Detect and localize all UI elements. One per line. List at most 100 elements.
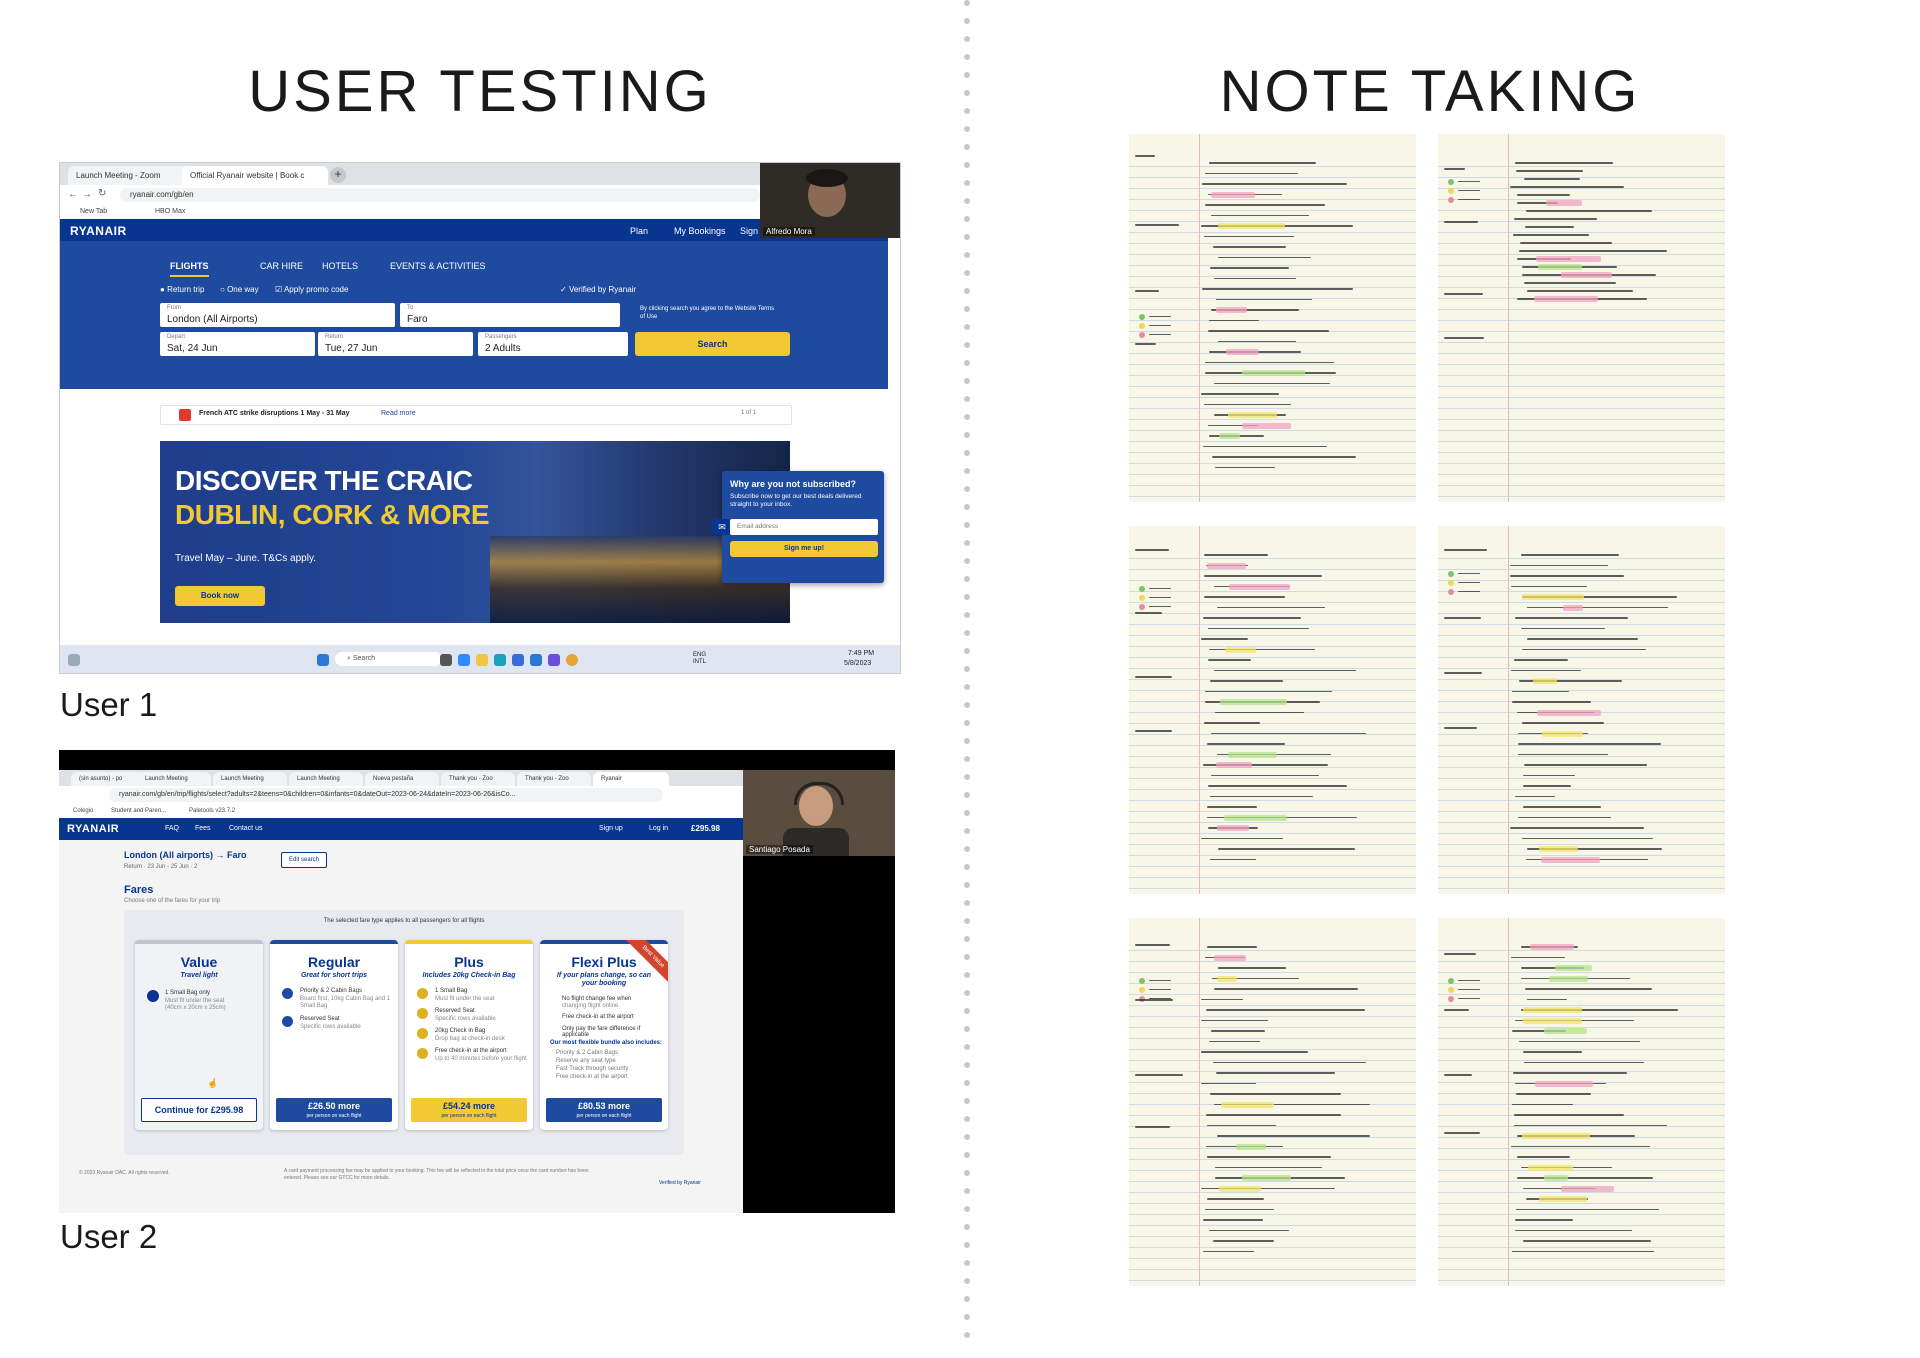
divider-dot (964, 936, 970, 942)
mode-hotels[interactable]: HOTELS (322, 261, 358, 271)
nav-fees[interactable]: Fees (195, 825, 211, 832)
ryanair-logo[interactable]: RYANAIR (67, 823, 119, 835)
depart-field[interactable]: Depart Sat, 24 Jun (160, 332, 315, 356)
ryanair-logo[interactable]: RYANAIR (70, 224, 127, 238)
divider-dot (964, 198, 970, 204)
regular-upgrade-button[interactable]: £26.50 more per person on each flight (276, 1098, 392, 1122)
promo-code-checkbox[interactable]: ☑ Apply promo code (275, 285, 348, 294)
reload-icon[interactable]: ↻ (98, 188, 106, 199)
return-trip-radio[interactable]: ● Return trip (160, 285, 204, 294)
nav-my-bookings[interactable]: My Bookings (674, 226, 726, 236)
margin-note-stroke (1444, 672, 1482, 674)
handwriting-stroke (1211, 732, 1366, 734)
bookmark-item[interactable]: Student and Paren... (111, 804, 166, 818)
nav-sign[interactable]: Sign (740, 226, 758, 236)
flexi-plus-upgrade-button[interactable]: £80.53 more per person on each flight (546, 1098, 662, 1122)
app-icon[interactable] (548, 654, 560, 666)
handwriting-stroke (1524, 178, 1580, 180)
tray-lang[interactable]: ENG INTL (693, 652, 717, 666)
nav-faq[interactable]: FAQ (165, 825, 179, 832)
back-icon[interactable]: ← (68, 189, 78, 200)
browser-tab[interactable]: Nueva pestaña (365, 772, 439, 786)
taskbar-search[interactable]: ⌕ Search (335, 652, 442, 666)
nav-plan[interactable]: Plan (630, 226, 648, 236)
browser-tab-bar: (sin asunto) - po Launch Meeting Launch … (59, 770, 743, 786)
url-field[interactable]: ryanair.com/gb/en (120, 188, 760, 202)
mode-car-hire[interactable]: CAR HIRE (260, 261, 303, 271)
edit-search-button[interactable]: Edit search (281, 852, 327, 868)
widgets-icon[interactable] (68, 654, 80, 666)
handwriting-stroke (1518, 816, 1611, 818)
continue-value-button[interactable]: Continue for £295.98 (141, 1098, 257, 1122)
divider-dot (964, 720, 970, 726)
basket-price[interactable]: £295.98 (691, 824, 720, 833)
fare-subtitle: Travel light (180, 972, 218, 979)
alert-read-more[interactable]: Read more (381, 410, 416, 417)
browser-tab[interactable]: Launch Meeting (289, 772, 363, 786)
note-header (1438, 918, 1725, 940)
mode-flights[interactable]: FLIGHTS (170, 261, 209, 277)
browser-tab[interactable]: Thank you - Zoo (517, 772, 591, 786)
fare-card-value[interactable]: Value Travel light 1 Small Bag only Must… (135, 940, 263, 1130)
browser-tab[interactable]: Launch Meeting - Zoom (68, 166, 194, 185)
handwriting-stroke (1204, 722, 1260, 724)
fare-card-regular[interactable]: Regular Great for short trips Priority &… (270, 940, 398, 1130)
fare-card-flexi-plus[interactable]: Best Value Flexi Plus If your plans chan… (540, 940, 668, 1130)
taskview-icon[interactable] (440, 654, 452, 666)
from-field[interactable]: From London (All Airports) (160, 303, 395, 327)
browser-tab[interactable]: Launch Meeting (137, 772, 211, 786)
banner-headline-1: DISCOVER THE CRAIC (175, 465, 473, 496)
folder-icon[interactable] (476, 654, 488, 666)
start-icon[interactable] (317, 654, 329, 666)
browser-tab[interactable]: Thank you - Zoo (441, 772, 515, 786)
new-tab-icon[interactable]: + (330, 167, 346, 183)
plus-upgrade-button[interactable]: £54.24 more per person on each flight (411, 1098, 527, 1122)
divider-dot (964, 1260, 970, 1266)
browser-tab-active[interactable]: Official Ryanair website | Book c (182, 166, 328, 185)
browser-tab[interactable]: (sin asunto) - po (71, 772, 145, 786)
divider-dot (964, 846, 970, 852)
url-field[interactable]: ryanair.com/gb/en/trip/flights/select?ad… (109, 788, 663, 802)
handwriting-stroke (1205, 172, 1298, 174)
sign-me-up-button[interactable]: Sign me up! (730, 541, 878, 557)
sign-up-link[interactable]: Sign up (599, 825, 623, 832)
browser-tab[interactable]: Launch Meeting (213, 772, 287, 786)
one-way-radio[interactable]: ○ One way (220, 285, 259, 294)
chrome-icon[interactable] (566, 654, 578, 666)
highlight-mark (1533, 678, 1557, 684)
highlight-mark (1218, 223, 1285, 229)
mail-app-icon[interactable] (530, 654, 542, 666)
tray-time[interactable]: 7:49 PM (848, 650, 874, 657)
bookmark-item[interactable]: HBO Max (155, 205, 185, 219)
handwriting-stroke (1527, 998, 1567, 1000)
legend-label-stroke (1149, 980, 1171, 981)
edge-icon[interactable] (494, 654, 506, 666)
return-field[interactable]: Return Tue, 27 Jun (318, 332, 473, 356)
forward-icon[interactable]: → (82, 189, 92, 200)
log-in-link[interactable]: Log in (649, 825, 668, 832)
bookmark-item[interactable]: New Tab (80, 205, 107, 219)
email-input[interactable]: Email address (730, 519, 878, 535)
mode-events[interactable]: EVENTS & ACTIVITIES (390, 261, 486, 271)
divider-dot (964, 792, 970, 798)
banner-subtext: Travel May – June. T&Cs apply. (175, 553, 316, 564)
browser-tab-active[interactable]: Ryanair (593, 772, 669, 786)
legend-label-stroke (1149, 597, 1171, 598)
handwriting-stroke (1210, 858, 1256, 860)
search-button[interactable]: Search (635, 332, 790, 356)
highlight-mark (1221, 1101, 1274, 1108)
tray-date[interactable]: 5/8/2023 (844, 660, 871, 667)
zoom-icon[interactable] (458, 654, 470, 666)
store-icon[interactable] (512, 654, 524, 666)
bookmark-item[interactable]: Colegio (73, 804, 93, 818)
nav-contact[interactable]: Contact us (229, 825, 262, 832)
bookmark-item[interactable]: Paletools v23.7.2 (189, 804, 235, 818)
note-margin-line (1199, 526, 1200, 894)
fare-card-plus[interactable]: Plus Includes 20kg Check-in Bag 1 Small … (405, 940, 533, 1130)
book-now-button[interactable]: Book now (175, 586, 265, 606)
to-field[interactable]: To Faro (400, 303, 620, 327)
passengers-field[interactable]: Passengers 2 Adults (478, 332, 628, 356)
margin-note-stroke (1444, 221, 1478, 223)
rating-legend-dot (1448, 188, 1454, 194)
highlight-mark (1537, 709, 1601, 716)
